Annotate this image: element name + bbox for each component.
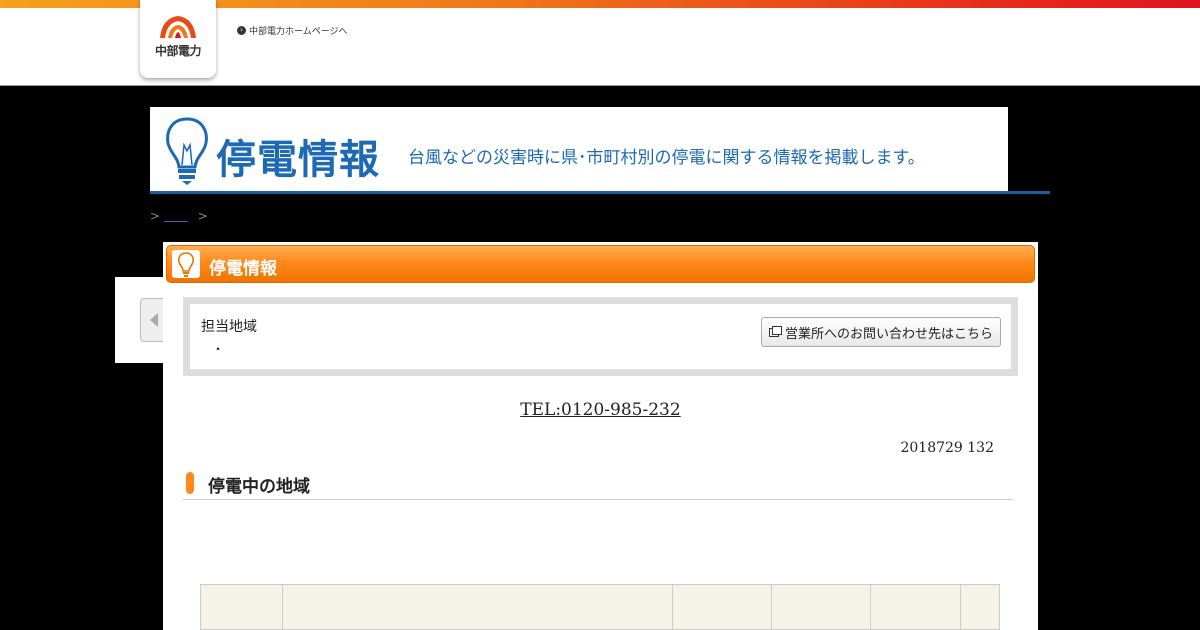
scroll-left-arrow-icon[interactable]	[140, 298, 165, 342]
section-marker	[186, 472, 194, 494]
panel-header: 停電情報	[166, 245, 1035, 283]
contact-button-label: 営業所へのお問い合わせ先はこちら	[784, 326, 993, 342]
logo-text: 中部電力	[154, 44, 202, 58]
outage-banner: 停電情報 台風などの災害時に県･市町村別の停電に関する情報を掲載します。	[150, 107, 1008, 192]
area-label: 担当地域	[201, 319, 257, 335]
section-title: 停電中の地域	[208, 477, 310, 497]
breadcrumb-separator: >	[150, 209, 161, 223]
arrow-right-circle-icon: ›	[237, 26, 246, 35]
chubu-logo-icon	[160, 16, 196, 38]
site-header: 中部電力 › 中部電力ホームページへ	[0, 0, 1200, 86]
panel-title: 停電情報	[209, 259, 277, 279]
banner-divider	[150, 191, 1050, 194]
table-header-cell	[961, 585, 999, 629]
breadcrumb: > >	[150, 207, 208, 224]
area-box-inner: 担当地域 ・ 営業所へのお問い合わせ先はこちら	[190, 304, 1011, 369]
new-window-icon	[768, 325, 782, 337]
phone-number-link[interactable]: TEL:0120-985-232	[163, 400, 1038, 420]
company-logo[interactable]: 中部電力	[140, 0, 216, 78]
contact-office-button[interactable]: 営業所へのお問い合わせ先はこちら	[761, 317, 1001, 347]
table-header-cell	[201, 585, 283, 629]
table-header-cell	[871, 585, 961, 629]
section-divider	[183, 499, 1013, 500]
table-header-cell	[673, 585, 772, 629]
banner-title: 停電情報	[216, 137, 380, 183]
banner-subtitle: 台風などの災害時に県･市町村別の停電に関する情報を掲載します。	[408, 148, 925, 168]
home-link-label: 中部電力ホームページへ	[249, 27, 348, 37]
area-box: 担当地域 ・ 営業所へのお問い合わせ先はこちら	[183, 297, 1018, 376]
update-timestamp: 2018729 132	[900, 440, 994, 456]
lightbulb-icon	[166, 117, 208, 185]
area-value: ・	[212, 342, 225, 356]
breadcrumb-link[interactable]	[164, 207, 194, 224]
table-header-cell	[283, 585, 673, 629]
outage-panel: 停電情報 担当地域 ・ 営業所へのお問い合わせ先はこちら TEL:0120-98…	[163, 242, 1038, 630]
lightbulb-small-icon	[172, 250, 200, 278]
table-header-cell	[772, 585, 871, 629]
outage-table-header	[200, 584, 1000, 630]
breadcrumb-separator: >	[197, 209, 208, 223]
home-page-link[interactable]: › 中部電力ホームページへ	[237, 24, 348, 37]
